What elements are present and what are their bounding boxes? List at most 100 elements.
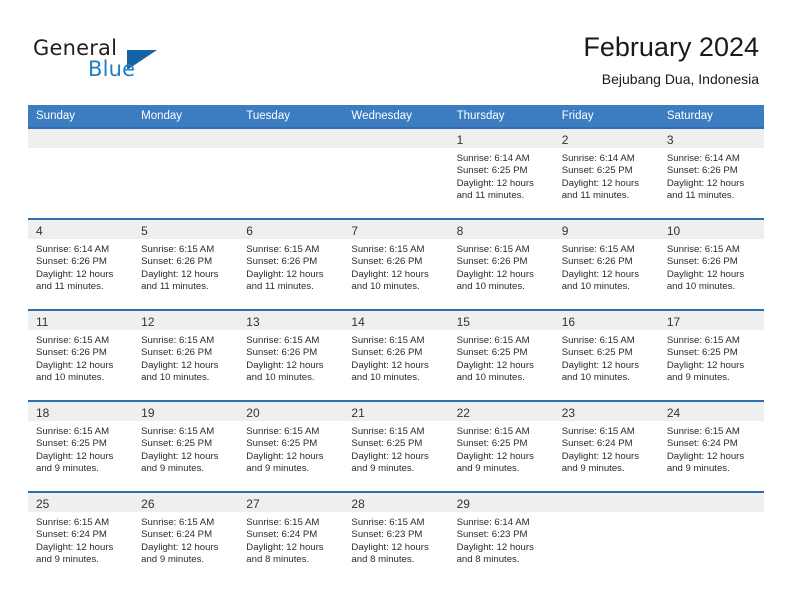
calendar-day-cell[interactable]: 16 Sunrise: 6:15 AM Sunset: 6:25 PM Dayligh… xyxy=(553,309,659,401)
day-details: Sunrise: 6:15 AM Sunset: 6:25 PM Daylight:… xyxy=(133,421,238,476)
daylight-text-line2: and 10 minutes. xyxy=(246,372,315,384)
sunrise-text: Sunrise: 6:15 AM xyxy=(36,335,110,346)
sunrise-text: Sunrise: 6:15 AM xyxy=(456,335,530,346)
calendar-day-cell[interactable]: 23 Sunrise: 6:15 AM Sunset: 6:24 PM Dayligh… xyxy=(553,400,659,492)
daylight-text-line1: Daylight: 12 hours xyxy=(36,450,114,462)
day-details: Sunrise: 6:15 AM Sunset: 6:24 PM Daylight:… xyxy=(28,512,133,567)
sunrise-text: Sunrise: 6:15 AM xyxy=(351,244,425,255)
daylight-text-line1: Daylight: 12 hours xyxy=(456,359,534,371)
sunset-text: Sunset: 6:26 PM xyxy=(351,256,423,268)
day-number: 1 xyxy=(448,129,554,148)
daylight-text-line1: Daylight: 12 hours xyxy=(36,268,114,280)
daylight-text-line1: Daylight: 12 hours xyxy=(246,268,324,280)
sunset-text: Sunset: 6:25 PM xyxy=(561,165,633,177)
day-number xyxy=(553,493,659,512)
calendar-day-cell[interactable]: 20 Sunrise: 6:15 AM Sunset: 6:25 PM Dayligh… xyxy=(238,400,344,492)
day-details: Sunrise: 6:15 AM Sunset: 6:26 PM Daylight:… xyxy=(28,330,133,385)
day-number: 4 xyxy=(28,220,134,239)
calendar-day-cell[interactable]: 19 Sunrise: 6:15 AM Sunset: 6:25 PM Dayligh… xyxy=(133,400,239,492)
sunrise-text: Sunrise: 6:15 AM xyxy=(246,335,320,346)
daylight-text-line2: and 10 minutes. xyxy=(456,372,525,384)
calendar-empty-cell xyxy=(553,491,659,582)
calendar-week-row: 18 Sunrise: 6:15 AM Sunset: 6:25 PM Dayligh… xyxy=(28,400,764,492)
calendar-day-cell[interactable]: 18 Sunrise: 6:15 AM Sunset: 6:25 PM Dayligh… xyxy=(28,400,134,492)
calendar-day-cell[interactable]: 28 Sunrise: 6:15 AM Sunset: 6:23 PM Dayligh… xyxy=(343,491,449,582)
calendar-page: General Blue February 2024 Bejubang Dua,… xyxy=(0,0,792,612)
daylight-text-line2: and 10 minutes. xyxy=(141,372,210,384)
sunset-text: Sunset: 6:24 PM xyxy=(36,529,107,541)
calendar-day-cell[interactable]: 8 Sunrise: 6:15 AM Sunset: 6:26 PM Daylight… xyxy=(448,218,554,310)
daylight-text-line1: Daylight: 12 hours xyxy=(246,359,324,371)
sunrise-text: Sunrise: 6:15 AM xyxy=(561,335,635,346)
sunset-text: Sunset: 6:24 PM xyxy=(561,438,633,450)
day-number: 8 xyxy=(448,220,554,239)
calendar-day-cell[interactable]: 4 Sunrise: 6:14 AM Sunset: 6:26 PM Daylight… xyxy=(28,218,134,310)
calendar-day-cell[interactable]: 29 Sunrise: 6:14 AM Sunset: 6:23 PM Dayligh… xyxy=(448,491,554,582)
day-details: Sunrise: 6:14 AM Sunset: 6:23 PM Daylight:… xyxy=(449,512,554,567)
daylight-text-line1: Daylight: 12 hours xyxy=(351,541,429,553)
page-header: General Blue February 2024 Bejubang Dua,… xyxy=(0,0,792,102)
calendar-day-cell[interactable]: 27 Sunrise: 6:15 AM Sunset: 6:24 PM Dayligh… xyxy=(238,491,344,582)
day-details: Sunrise: 6:14 AM Sunset: 6:25 PM Daylight:… xyxy=(554,148,659,203)
calendar-day-cell[interactable]: 6 Sunrise: 6:15 AM Sunset: 6:26 PM Daylight… xyxy=(238,218,344,310)
calendar-day-cell[interactable]: 22 Sunrise: 6:15 AM Sunset: 6:25 PM Dayligh… xyxy=(448,400,554,492)
calendar-day-cell[interactable]: 2 Sunrise: 6:14 AM Sunset: 6:25 PM Daylight… xyxy=(553,127,659,219)
sunrise-text: Sunrise: 6:15 AM xyxy=(351,335,425,346)
daylight-text-line2: and 10 minutes. xyxy=(561,372,630,384)
daylight-text-line1: Daylight: 12 hours xyxy=(246,450,324,462)
day-number: 7 xyxy=(343,220,449,239)
calendar-day-cell[interactable]: 15 Sunrise: 6:15 AM Sunset: 6:25 PM Dayligh… xyxy=(448,309,554,401)
day-number: 14 xyxy=(343,311,449,330)
calendar-empty-cell xyxy=(28,127,134,219)
calendar-day-cell[interactable]: 24 Sunrise: 6:15 AM Sunset: 6:24 PM Dayligh… xyxy=(658,400,764,492)
day-number: 6 xyxy=(238,220,344,239)
daylight-text-line2: and 9 minutes. xyxy=(36,463,99,475)
calendar-day-cell[interactable]: 1 Sunrise: 6:14 AM Sunset: 6:25 PM Daylight… xyxy=(448,127,554,219)
calendar-day-cell[interactable]: 12 Sunrise: 6:15 AM Sunset: 6:26 PM Dayligh… xyxy=(133,309,239,401)
daylight-text-line2: and 9 minutes. xyxy=(351,463,415,475)
daylight-text-line2: and 10 minutes. xyxy=(561,281,630,293)
calendar-day-cell[interactable]: 26 Sunrise: 6:15 AM Sunset: 6:24 PM Dayligh… xyxy=(133,491,239,582)
calendar-empty-cell xyxy=(238,127,344,219)
day-number: 29 xyxy=(448,493,554,512)
daylight-text-line1: Daylight: 12 hours xyxy=(141,541,219,553)
brand-logo[interactable]: General Blue xyxy=(33,36,253,86)
calendar-day-cell[interactable]: 21 Sunrise: 6:15 AM Sunset: 6:25 PM Dayligh… xyxy=(343,400,449,492)
calendar-day-cell[interactable]: 9 Sunrise: 6:15 AM Sunset: 6:26 PM Daylight… xyxy=(553,218,659,310)
sunrise-text: Sunrise: 6:15 AM xyxy=(246,426,320,437)
weekday-header-thursday: Thursday xyxy=(448,105,554,128)
day-details: Sunrise: 6:15 AM Sunset: 6:26 PM Daylight:… xyxy=(133,330,238,385)
calendar-day-cell[interactable]: 14 Sunrise: 6:15 AM Sunset: 6:26 PM Dayligh… xyxy=(343,309,449,401)
calendar-day-cell[interactable]: 11 Sunrise: 6:15 AM Sunset: 6:26 PM Dayligh… xyxy=(28,309,134,401)
day-details: Sunrise: 6:15 AM Sunset: 6:26 PM Daylight:… xyxy=(554,239,659,294)
sunrise-text: Sunrise: 6:15 AM xyxy=(351,517,425,528)
daylight-text-line1: Daylight: 12 hours xyxy=(456,450,534,462)
day-details: Sunrise: 6:15 AM Sunset: 6:25 PM Daylight:… xyxy=(449,421,554,476)
calendar-day-cell[interactable]: 13 Sunrise: 6:15 AM Sunset: 6:26 PM Dayligh… xyxy=(238,309,344,401)
daylight-text-line2: and 11 minutes. xyxy=(666,190,735,202)
day-number xyxy=(238,129,344,148)
daylight-text-line1: Daylight: 12 hours xyxy=(456,268,534,280)
day-number xyxy=(343,129,449,148)
daylight-text-line1: Daylight: 12 hours xyxy=(561,268,640,280)
calendar-week-row: 4 Sunrise: 6:14 AM Sunset: 6:26 PM Daylight… xyxy=(28,218,764,310)
calendar-day-cell[interactable]: 25 Sunrise: 6:15 AM Sunset: 6:24 PM Dayligh… xyxy=(28,491,134,582)
page-subtitle: Bejubang Dua, Indonesia xyxy=(601,71,759,87)
day-details: Sunrise: 6:15 AM Sunset: 6:25 PM Daylight:… xyxy=(238,421,343,476)
day-number: 22 xyxy=(448,402,554,421)
calendar-day-cell[interactable]: 3 Sunrise: 6:14 AM Sunset: 6:26 PM Daylight… xyxy=(658,127,764,219)
calendar-empty-cell xyxy=(658,491,764,582)
calendar-day-cell[interactable]: 17 Sunrise: 6:15 AM Sunset: 6:25 PM Dayligh… xyxy=(658,309,764,401)
daylight-text-line2: and 10 minutes. xyxy=(351,281,420,293)
sunrise-text: Sunrise: 6:14 AM xyxy=(561,153,635,164)
weekday-header-wednesday: Wednesday xyxy=(343,105,449,128)
calendar-day-cell[interactable]: 5 Sunrise: 6:15 AM Sunset: 6:26 PM Daylight… xyxy=(133,218,239,310)
sunrise-text: Sunrise: 6:15 AM xyxy=(141,244,215,255)
weekday-header-friday: Friday xyxy=(553,105,659,128)
calendar-day-cell[interactable]: 10 Sunrise: 6:15 AM Sunset: 6:26 PM Dayligh… xyxy=(658,218,764,310)
daylight-text-line2: and 8 minutes. xyxy=(351,554,415,566)
daylight-text-line2: and 9 minutes. xyxy=(456,463,520,475)
day-number: 27 xyxy=(238,493,344,512)
day-number: 10 xyxy=(658,220,764,239)
calendar-day-cell[interactable]: 7 Sunrise: 6:15 AM Sunset: 6:26 PM Daylight… xyxy=(343,218,449,310)
